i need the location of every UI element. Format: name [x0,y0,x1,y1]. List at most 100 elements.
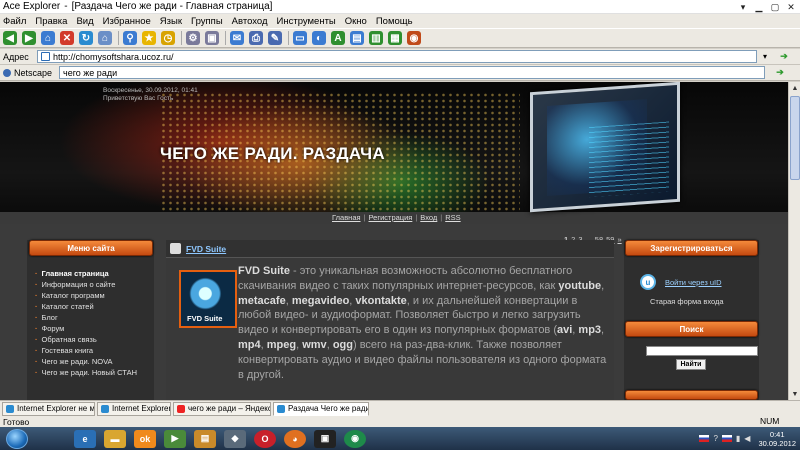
window-menu-icon[interactable]: ▾ [736,1,750,13]
favorites-star-icon[interactable]: ★ [142,31,156,45]
keyboard-layout-icon[interactable] [721,435,732,442]
sidebar-item-home[interactable]: Главная страница [35,268,151,279]
page-icon [41,52,50,61]
address-go-icon[interactable]: ➔ [777,50,791,63]
menu-help[interactable]: Помощь [376,16,413,27]
print-icon[interactable]: ⎙ [249,31,263,45]
post-icon [170,243,181,254]
nav-register-link[interactable]: Регистрация [369,213,413,222]
browser-icon[interactable]: ◉ [344,429,366,448]
media-player-icon[interactable]: ▶ [164,429,186,448]
sidebar-item-blog[interactable]: Блог [35,312,151,323]
menu-tools[interactable]: Инструменты [277,16,336,27]
start-button-icon[interactable] [6,428,28,449]
vertical-scrollbar[interactable]: ▲ ▼ [788,82,800,400]
nav-login-link[interactable]: Вход [420,213,437,222]
next-section-button[interactable] [625,390,758,400]
tools-icon[interactable]: ▣ [205,31,219,45]
refresh-icon[interactable]: ↻ [79,31,93,45]
tray-clock[interactable]: 0:41 30.09.2012 [758,430,796,448]
firefox-icon[interactable]: ◕ [284,429,306,448]
site-menu-button[interactable]: Меню сайта [29,240,153,256]
search-section-button[interactable]: Поиск [625,321,758,337]
page-next[interactable]: » [617,235,621,244]
search-engine-select[interactable]: Netscape [3,68,59,78]
sidebar-item-programs[interactable]: Каталог программ [35,290,151,301]
ie-taskbar-icon[interactable]: e [74,429,96,448]
search-icon[interactable]: ⚲ [123,31,137,45]
tab-ie-2[interactable]: Internet Explorer не м... [97,401,171,416]
home-page-icon[interactable]: ⌂ [98,31,112,45]
left-sidebar: Меню сайта Главная страница Информация о… [27,240,154,400]
sidebar-item-forum[interactable]: Форум [35,323,151,334]
post-title-link[interactable]: FVD Suite [186,244,226,254]
search-go-icon[interactable]: ➔ [773,66,787,79]
network-icon[interactable]: ▮ [736,434,740,443]
ie-icon [101,404,109,413]
forward-icon[interactable]: ▶ [22,31,36,45]
app-launcher-icon[interactable]: ▣ [314,429,336,448]
nav-home-link[interactable]: Главная [332,213,361,222]
odnoklassniki-icon[interactable]: ok [134,429,156,448]
stop-icon[interactable]: ✕ [60,31,74,45]
scroll-up-icon[interactable]: ▲ [789,82,800,94]
search-input[interactable]: чего же ради [59,66,765,79]
tab-current-page[interactable]: Раздача Чего же ради -... [273,401,369,416]
language-flag-icon[interactable] [699,435,710,442]
uid-login-link[interactable]: Войти через uID [665,278,722,287]
nav-rss-link[interactable]: RSS [445,213,460,222]
home-icon[interactable]: ⌂ [41,31,55,45]
sidebar-item-about[interactable]: Информация о сайте [35,279,151,290]
sidebar-item-articles[interactable]: Каталог статей [35,301,151,312]
sidebar-item-guestbook[interactable]: Гостевая книга [35,345,151,356]
ie-icon [6,404,14,413]
tray-help-icon[interactable]: ? [713,434,717,443]
menu-view[interactable]: Вид [76,16,93,27]
status-bar: Готово NUM [0,416,800,427]
globe-icon[interactable]: ◉ [407,31,421,45]
tab-yandex[interactable]: чего же ради – Яндекс:... [173,401,271,416]
menu-autorun[interactable]: Автоход [232,16,268,27]
system-app-icon[interactable]: ◆ [224,429,246,448]
fullscreen-icon[interactable]: ▤ [350,31,364,45]
site-search-input[interactable] [646,346,758,356]
post-thumbnail[interactable]: FVD Suite [179,270,237,328]
menu-groups[interactable]: Группы [191,16,223,27]
scroll-down-icon[interactable]: ▼ [789,388,800,400]
edit-icon[interactable]: ✎ [268,31,282,45]
close-icon[interactable]: ✕ [784,1,798,13]
menu-language[interactable]: Язык [160,16,182,27]
address-dropdown-icon[interactable]: ▾ [759,50,771,63]
popup-block-icon[interactable]: ◐ [312,31,326,45]
back-icon[interactable]: ◀ [3,31,17,45]
settings-icon[interactable]: ⚙ [186,31,200,45]
volume-icon[interactable]: ◀ [744,434,750,443]
explorer-folder-icon[interactable]: ▬ [104,429,126,448]
split-view-icon[interactable]: ▥ [369,31,383,45]
maximize-icon[interactable]: ▢ [768,1,782,13]
opera-icon[interactable]: O [254,429,276,448]
minimize-icon[interactable]: ▁ [752,1,766,13]
menu-window[interactable]: Окно [345,16,367,27]
mail-icon[interactable]: ✉ [230,31,244,45]
tab-ie-1[interactable]: Internet Explorer не м... [2,401,95,416]
history-icon[interactable]: ◷ [161,31,175,45]
menu-favorites[interactable]: Избранное [103,16,151,27]
sidebar-item-new-stan[interactable]: Чего же ради. Новый СТАН [35,367,151,378]
pane-icon[interactable]: ▦ [388,31,402,45]
sidebar-item-nova[interactable]: Чего же ради. NOVA [35,356,151,367]
uid-login[interactable]: u Войти через uID [640,274,722,290]
sidebar-item-feedback[interactable]: Обратная связь [35,334,151,345]
address-input[interactable]: http://chomysoftshara.ucoz.ru/ [37,50,757,63]
window-icon[interactable]: ▭ [293,31,307,45]
menu-file[interactable]: Файл [3,16,26,27]
media-library-icon[interactable]: ▤ [194,429,216,448]
site-search-submit[interactable]: Найти [676,359,706,370]
register-button[interactable]: Зарегистрироваться [625,240,758,256]
old-login-form-link[interactable]: Старая форма входа [650,297,724,306]
font-size-icon[interactable]: A [331,31,345,45]
netscape-icon [3,68,11,77]
menu-edit[interactable]: Правка [35,16,67,27]
page-body: 1 2 3 ... 58 59 » Меню сайта Главная стр… [0,224,788,400]
scroll-thumb[interactable] [790,96,800,180]
